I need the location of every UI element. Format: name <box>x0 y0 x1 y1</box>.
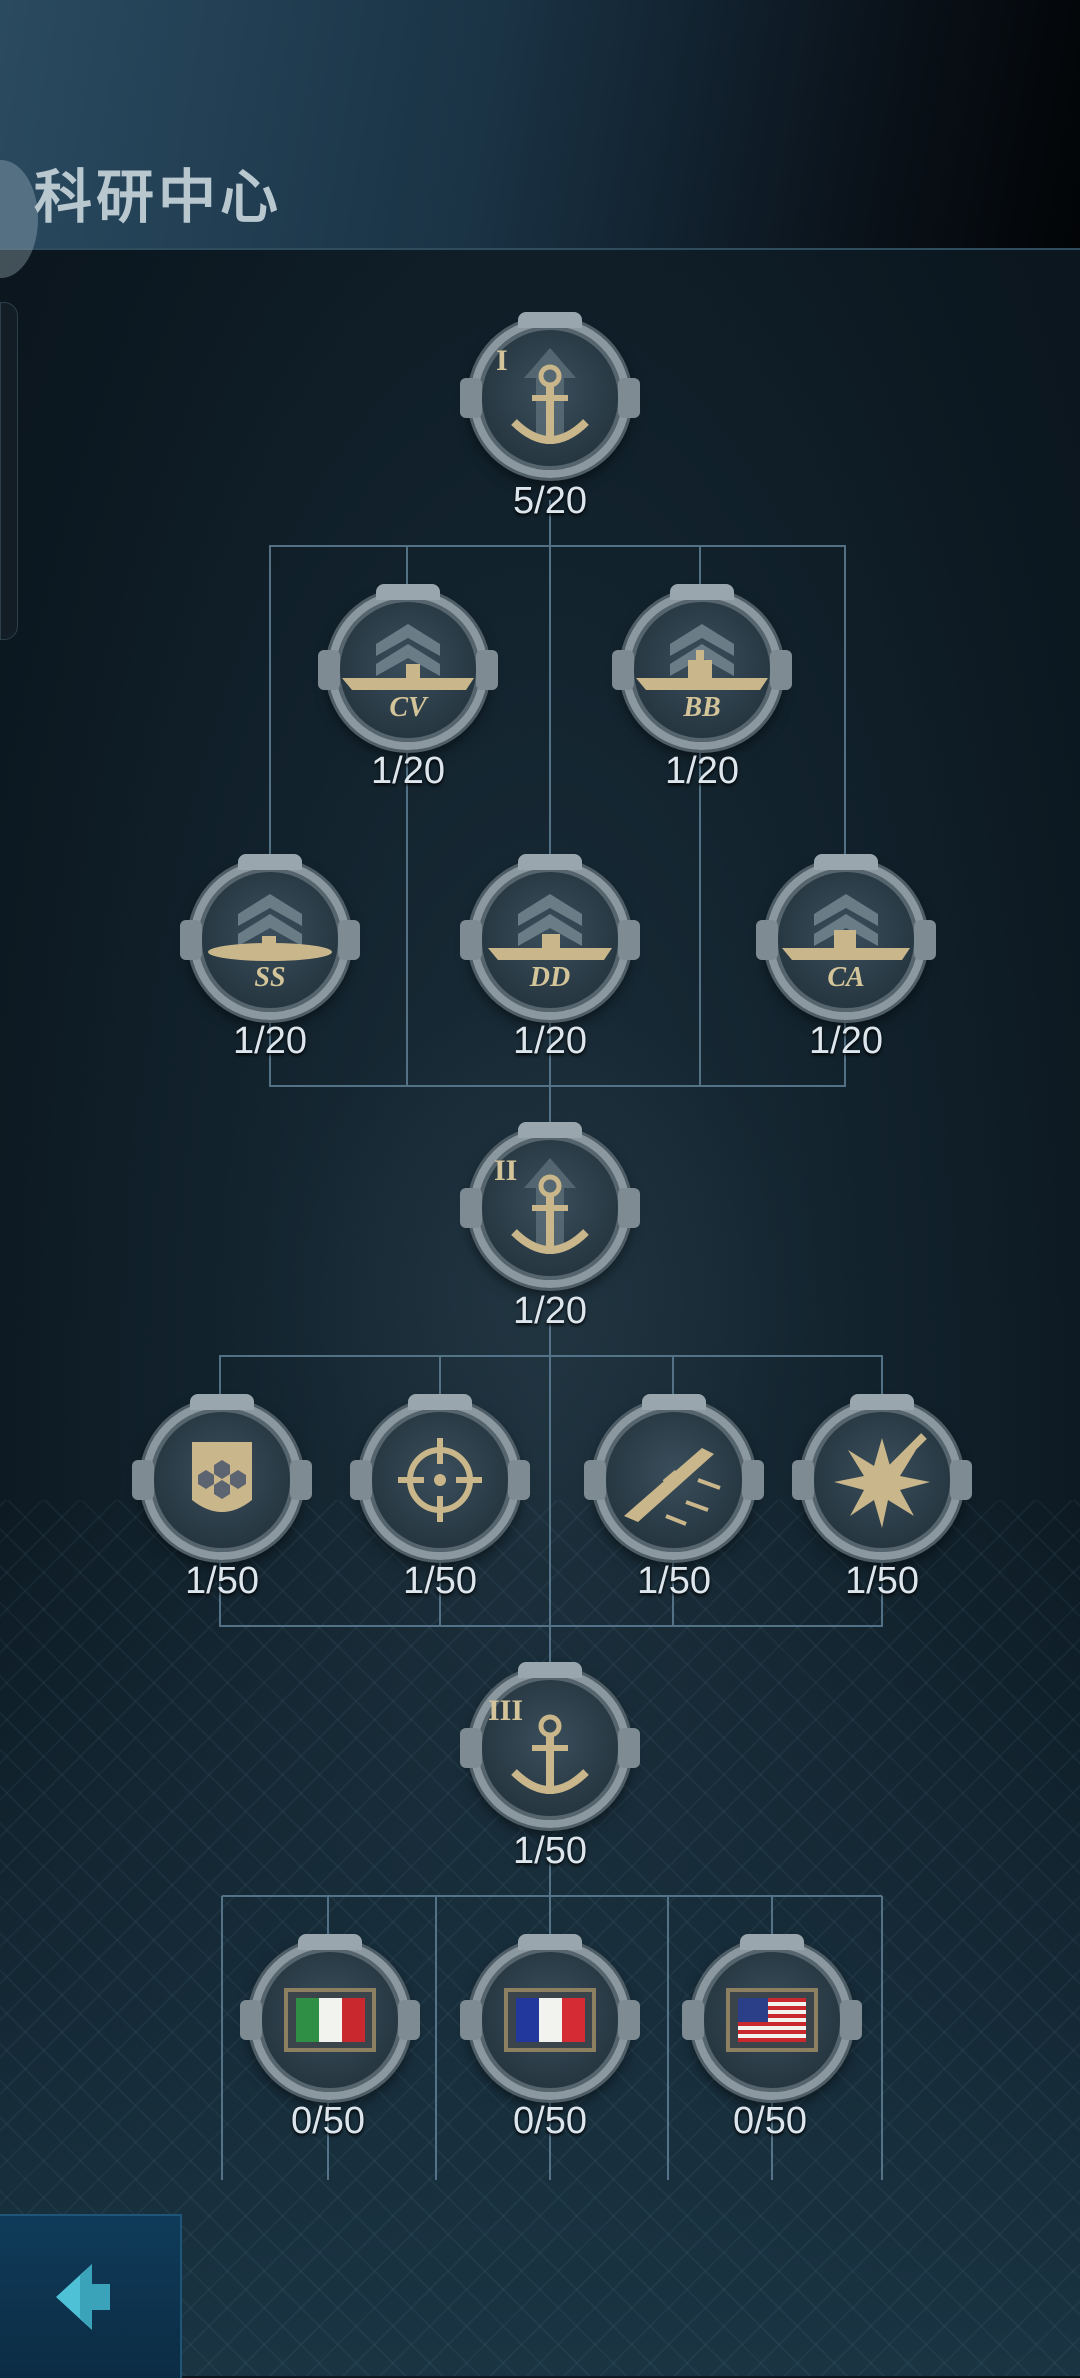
tier-numeral: II <box>494 1154 518 1187</box>
back-button[interactable] <box>0 2214 182 2378</box>
ship-class-code: SS <box>254 962 286 993</box>
ca-progress: 1/20 <box>809 1020 883 1062</box>
tier-1-progress: 5/20 <box>513 480 587 522</box>
usa-progress: 0/50 <box>733 2100 807 2142</box>
damage-progress: 1/50 <box>845 1560 919 1602</box>
research-node-usa[interactable] <box>682 1934 862 2100</box>
france-progress: 0/50 <box>513 2100 587 2142</box>
bb-progress: 1/20 <box>665 750 739 792</box>
torpedo-progress: 1/50 <box>637 1560 711 1602</box>
tier-3-progress: 1/50 <box>513 1830 587 1872</box>
ship-class-code: CA <box>827 962 865 993</box>
research-node-cv[interactable]: CV <box>318 584 498 750</box>
tier-numeral: I <box>496 344 508 377</box>
research-node-ss[interactable]: SS <box>180 854 360 1020</box>
tier-numeral: III <box>488 1694 524 1727</box>
research-node-torpedo[interactable] <box>584 1394 764 1560</box>
research-node-tier-3[interactable]: III <box>460 1662 640 1828</box>
france-flag-icon <box>504 1988 596 2052</box>
accuracy-progress: 1/50 <box>403 1560 477 1602</box>
crosshair-icon <box>398 1438 482 1522</box>
usa-flag-icon <box>726 1988 818 2052</box>
torpedo-ship-icon <box>624 1448 721 1526</box>
research-node-italy[interactable] <box>240 1934 420 2100</box>
research-node-accuracy[interactable] <box>350 1394 530 1560</box>
research-node-armor[interactable] <box>132 1394 312 1560</box>
ss-progress: 1/20 <box>233 1020 307 1062</box>
italy-progress: 0/50 <box>291 2100 365 2142</box>
back-arrow-icon <box>56 2264 110 2330</box>
research-node-dd[interactable]: DD <box>460 854 640 1020</box>
research-node-bb[interactable]: BB <box>612 584 792 750</box>
ship-class-code: CV <box>389 692 427 723</box>
armor-progress: 1/50 <box>185 1560 259 1602</box>
research-node-damage[interactable] <box>792 1394 972 1560</box>
tier-2-progress: 1/20 <box>513 1290 587 1332</box>
dd-progress: 1/20 <box>513 1020 587 1062</box>
research-node-ca[interactable]: CA <box>756 854 936 1020</box>
explosion-icon <box>834 1433 930 1528</box>
ship-class-code: BB <box>683 692 721 723</box>
cv-progress: 1/20 <box>371 750 445 792</box>
ship-class-code: DD <box>529 962 571 993</box>
research-node-tier-1[interactable]: I <box>460 312 640 478</box>
research-node-tier-2[interactable]: II <box>460 1122 640 1288</box>
armor-shield-icon <box>192 1442 252 1512</box>
research-node-france[interactable] <box>460 1934 640 2100</box>
italy-flag-icon <box>284 1988 376 2052</box>
